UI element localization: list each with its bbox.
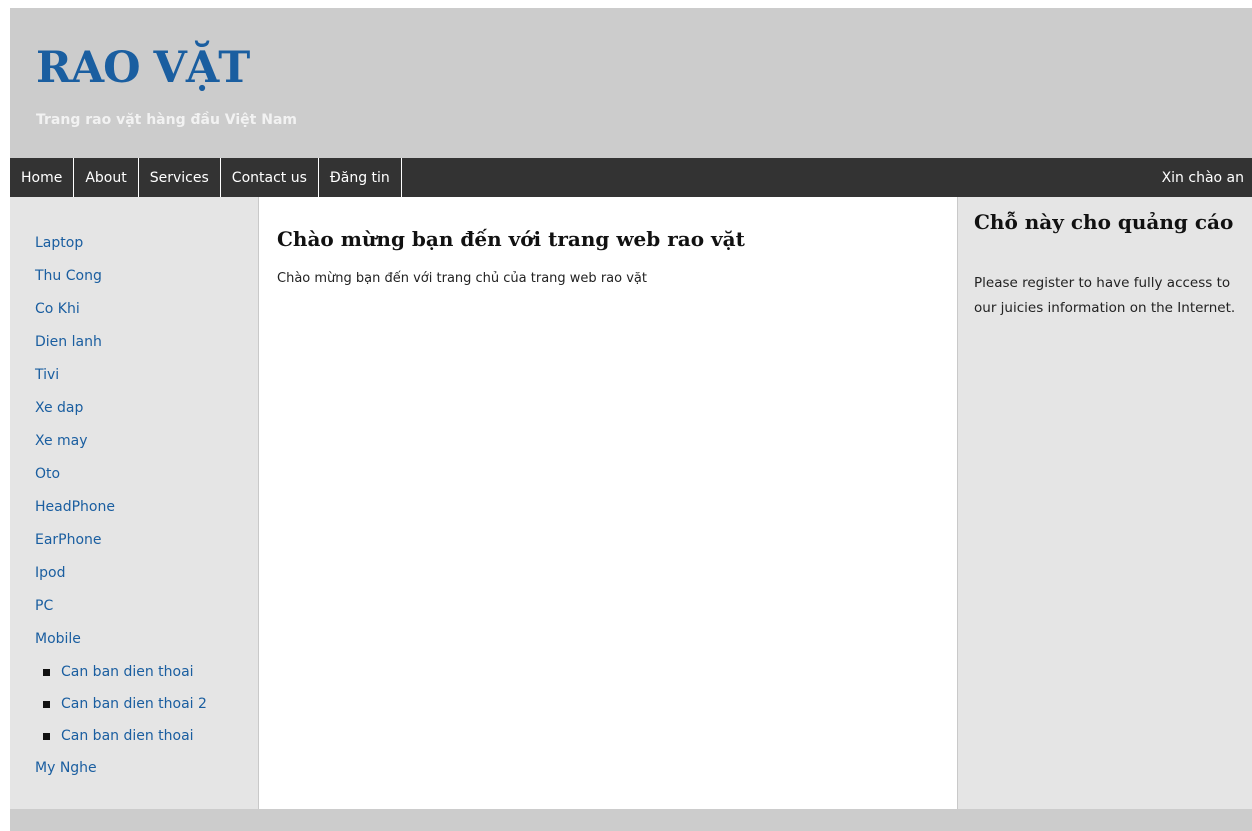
ad-heading: Chỗ này cho quảng cáo (974, 210, 1234, 234)
category-link-co-khi[interactable]: Co Khi (35, 293, 207, 326)
welcome-text: Chào mừng bạn đến với trang chủ của tran… (277, 271, 647, 286)
ad-sidebar: Chỗ này cho quảng cáo Please register to… (958, 197, 1252, 809)
category-link-thu-cong[interactable]: Thu Cong (35, 260, 207, 293)
category-link-mobile[interactable]: Mobile (35, 623, 207, 656)
category-link-headphone[interactable]: HeadPhone (35, 491, 207, 524)
category-link-tivi[interactable]: Tivi (35, 359, 207, 392)
category-sidebar: Laptop Thu Cong Co Khi Dien lanh Tivi Xe… (10, 197, 258, 809)
main-content: Chào mừng bạn đến với trang web rao vặt … (258, 197, 958, 809)
category-link-laptop[interactable]: Laptop (35, 227, 207, 260)
ad-text: Please register to have fully access to … (974, 275, 1236, 316)
subcategory-link[interactable]: Can ban dien thoai (61, 720, 194, 752)
subcategory-item[interactable]: Can ban dien thoai 2 (35, 688, 207, 720)
nav-services-link[interactable]: Services (139, 158, 221, 197)
category-link-xe-may[interactable]: Xe may (35, 425, 207, 458)
page-container: RAO VẶT Trang rao vặt hàng đầu Việt Nam … (10, 8, 1252, 831)
nav-menu: Home About Services Contact us Đăng tin (10, 158, 402, 197)
category-link-ipod[interactable]: Ipod (35, 557, 207, 590)
site-footer (10, 809, 1252, 831)
category-list: Laptop Thu Cong Co Khi Dien lanh Tivi Xe… (35, 227, 207, 785)
welcome-heading: Chào mừng bạn đến với trang web rao vặt (277, 227, 745, 251)
nav-home-link[interactable]: Home (10, 158, 75, 197)
square-bullet-icon (43, 668, 50, 676)
category-link-pc[interactable]: PC (35, 590, 207, 623)
square-bullet-icon (43, 732, 50, 740)
category-link-earphone[interactable]: EarPhone (35, 524, 207, 557)
site-header: RAO VẶT Trang rao vặt hàng đầu Việt Nam (10, 8, 1252, 158)
category-link-oto[interactable]: Oto (35, 458, 207, 491)
subcategory-item[interactable]: Can ban dien thoai (35, 720, 207, 752)
nav-about-link[interactable]: About (74, 158, 139, 197)
subcategory-item[interactable]: Can ban dien thoai (35, 656, 207, 688)
site-logo[interactable]: RAO VẶT (36, 42, 250, 94)
subcategory-link[interactable]: Can ban dien thoai (61, 656, 194, 688)
nav-contact-link[interactable]: Contact us (221, 158, 319, 197)
category-link-xe-dap[interactable]: Xe dap (35, 392, 207, 425)
category-link-my-nghe[interactable]: My Nghe (35, 752, 207, 785)
nav-post-ad-link[interactable]: Đăng tin (319, 158, 402, 197)
main-navbar: Home About Services Contact us Đăng tin … (10, 158, 1252, 197)
square-bullet-icon (43, 700, 50, 708)
category-link-dien-lanh[interactable]: Dien lanh (35, 326, 207, 359)
site-tagline: Trang rao vặt hàng đầu Việt Nam (36, 112, 297, 128)
subcategory-link[interactable]: Can ban dien thoai 2 (61, 688, 207, 720)
user-greeting: Xin chào an (1161, 170, 1244, 186)
